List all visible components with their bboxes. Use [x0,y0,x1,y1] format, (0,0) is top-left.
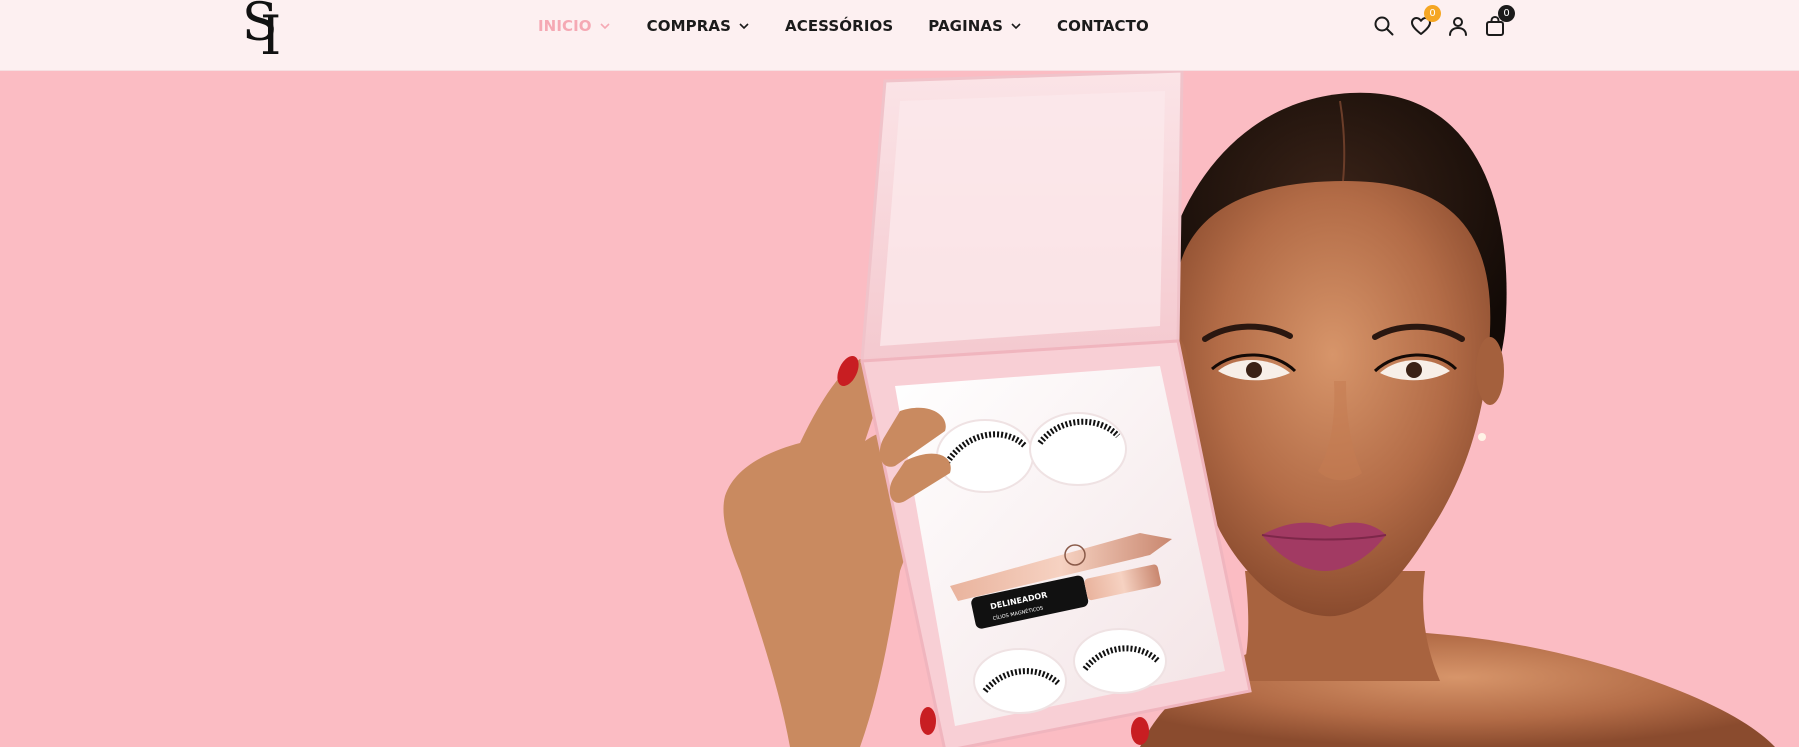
svg-text:I: I [260,4,281,56]
main-nav: INICIO COMPRAS ACESSÓRIOS PAGINAS CONTAC… [538,0,1149,52]
site-header: S I INICIO COMPRAS ACESSÓRIOS PAGINAS CO… [0,0,1799,71]
nav-item-contacto[interactable]: CONTACTO [1057,17,1149,35]
wishlist-count-badge: 0 [1424,5,1441,22]
nav-item-label: COMPRAS [646,17,732,35]
chevron-down-icon [599,20,611,32]
hero-banner: DELINEADOR CÍLIOS MAGNÉTICOS [0,71,1799,747]
nav-item-inicio[interactable]: INICIO [538,17,611,35]
account-button[interactable] [1446,14,1470,38]
site-logo[interactable]: S I [240,0,292,56]
logo-monogram-icon: S I [242,0,281,56]
chevron-down-icon [738,20,750,32]
nav-item-label: CONTACTO [1057,17,1149,35]
cart-count-badge: 0 [1498,5,1515,22]
nav-item-label: ACESSÓRIOS [785,17,894,35]
nav-item-acessorios[interactable]: ACESSÓRIOS [785,17,893,35]
nav-item-paginas[interactable]: PAGINAS [928,17,1022,35]
header-actions: 0 0 [1372,5,1520,40]
user-icon [1449,17,1467,36]
nav-item-label: PAGINAS [928,17,1004,35]
hero-image: DELINEADOR CÍLIOS MAGNÉTICOS [723,71,1775,747]
wishlist-button[interactable]: 0 [1409,5,1441,38]
chevron-down-icon [1010,20,1022,32]
nav-item-compras[interactable]: COMPRAS [647,17,750,35]
cart-button[interactable]: 0 [1483,5,1515,38]
search-button[interactable] [1372,14,1396,38]
nav-item-label: INICIO [538,17,592,35]
earring-icon [1478,433,1486,441]
search-icon [1374,16,1394,36]
